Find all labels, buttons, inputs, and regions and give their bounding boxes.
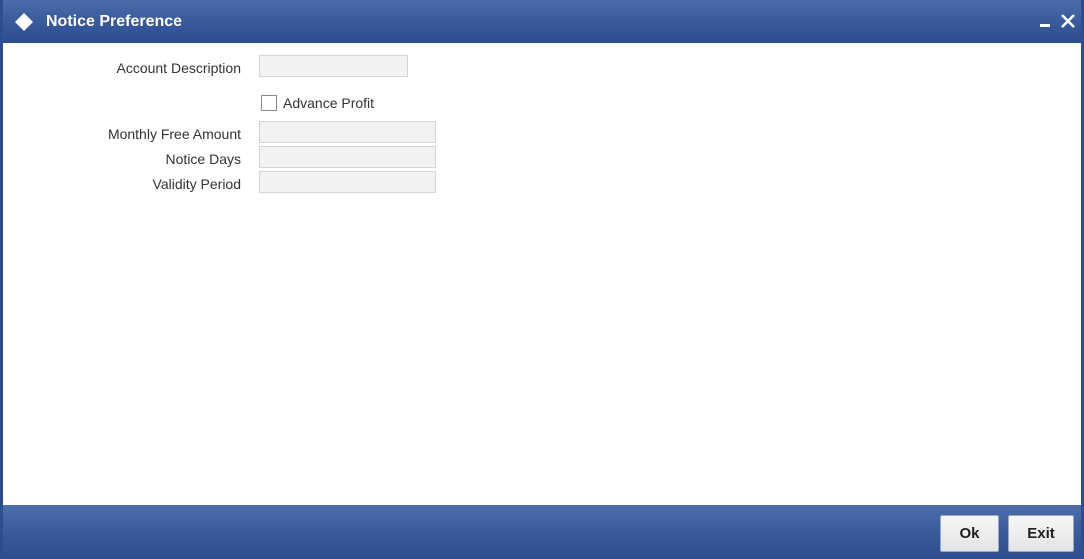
close-icon bbox=[1061, 14, 1075, 28]
window-title: Notice Preference bbox=[46, 13, 183, 30]
advance-profit-label: Advance Profit bbox=[283, 95, 375, 111]
advance-profit-checkbox[interactable] bbox=[261, 95, 277, 111]
form-content: Account Description Advance Profit Month… bbox=[3, 43, 1081, 505]
notice-preference-window: Notice Preference Account Description Ad… bbox=[0, 0, 1084, 559]
monthly-free-amount-label: Monthly Free Amount bbox=[107, 126, 241, 142]
notice-days-label: Notice Days bbox=[165, 151, 241, 167]
exit-button[interactable]: Exit bbox=[1008, 515, 1074, 552]
diamond-icon bbox=[15, 13, 33, 31]
monthly-free-amount-input[interactable] bbox=[259, 121, 436, 143]
account-description-label: Account Description bbox=[116, 60, 241, 76]
account-description-input[interactable] bbox=[259, 55, 408, 77]
minimize-button[interactable] bbox=[1035, 11, 1057, 33]
validity-period-input[interactable] bbox=[259, 171, 436, 193]
ok-button[interactable]: Ok bbox=[940, 515, 999, 552]
footer-bar: Ok Exit bbox=[3, 505, 1081, 559]
title-bar: Notice Preference bbox=[3, 0, 1081, 43]
notice-days-input[interactable] bbox=[259, 146, 436, 168]
validity-period-label: Validity Period bbox=[152, 176, 241, 192]
close-button[interactable] bbox=[1057, 11, 1079, 33]
minimize-icon bbox=[1040, 24, 1050, 27]
